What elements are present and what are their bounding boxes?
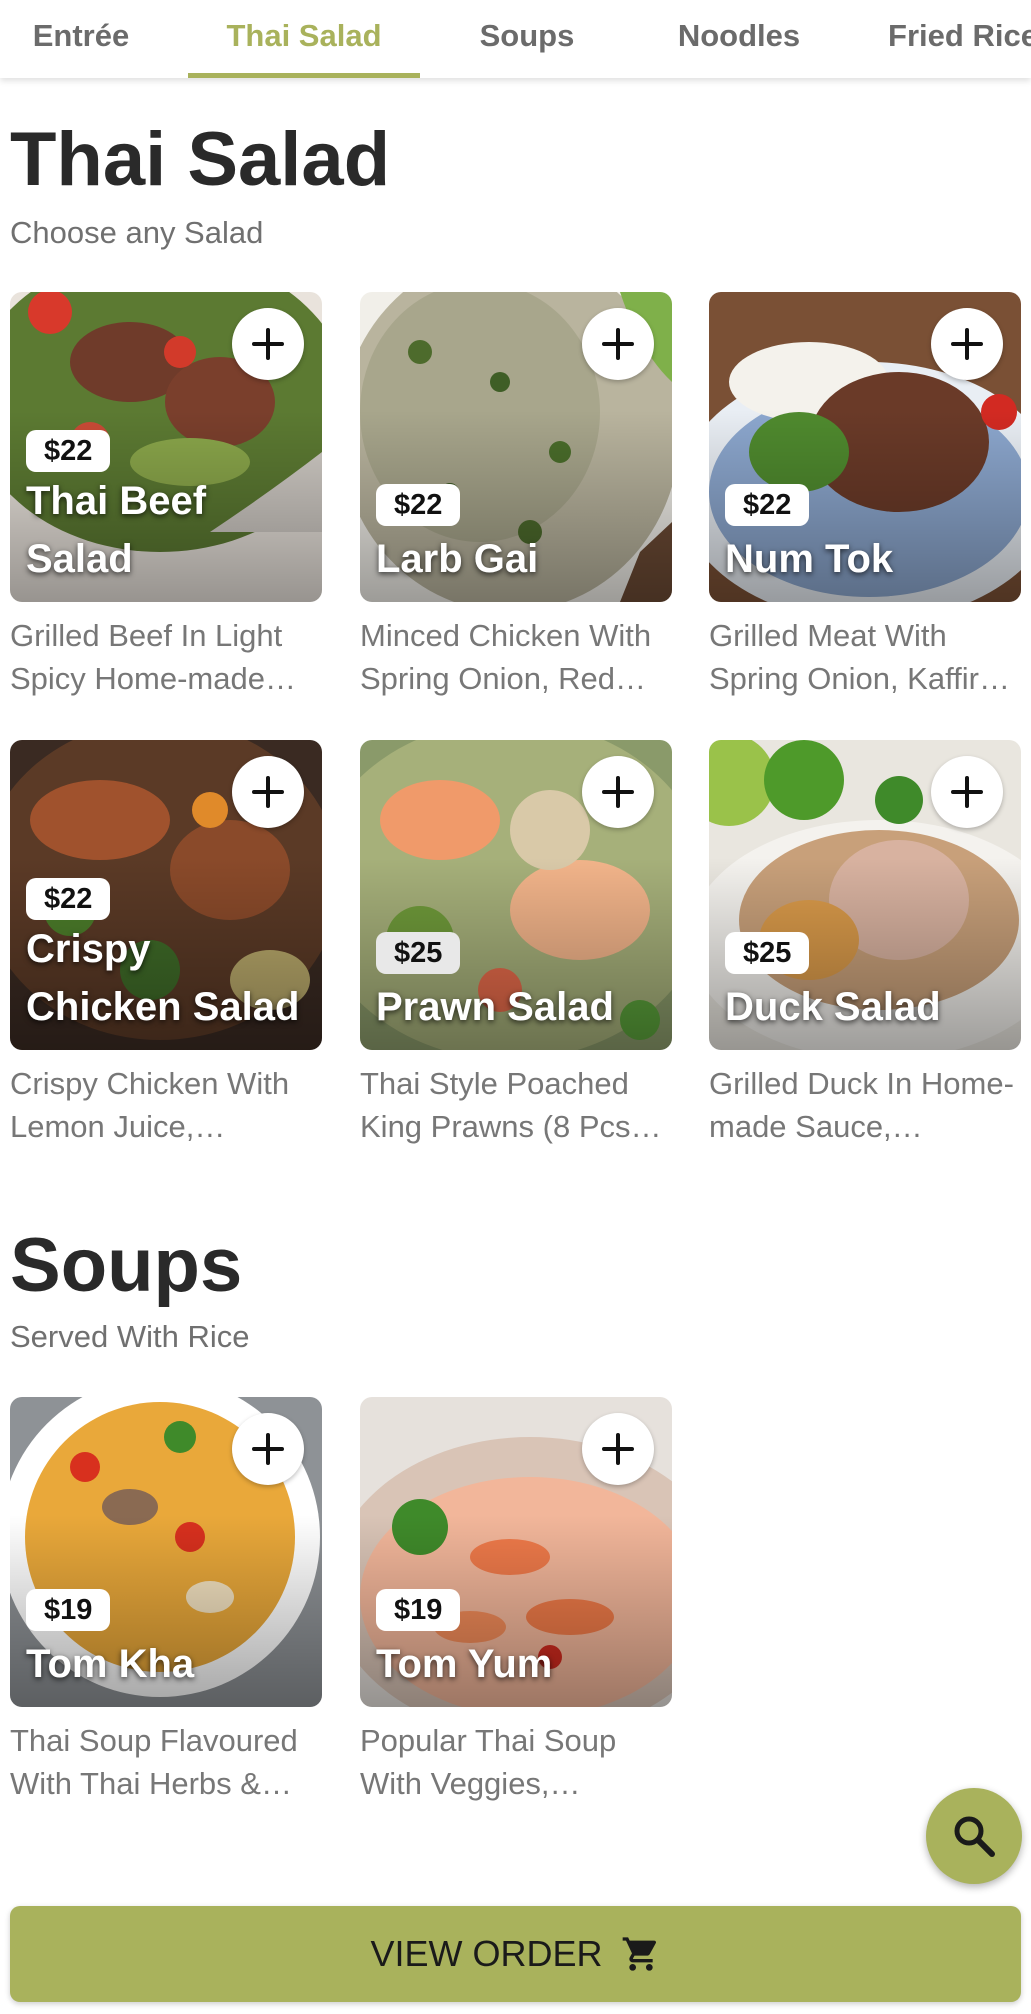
item-name: Larb Gai: [376, 537, 539, 581]
menu-item-card[interactable]: $19 Tom Yum: [360, 1397, 672, 1707]
plus-icon: [602, 1433, 634, 1465]
search-icon: [954, 1816, 995, 1857]
tab-noodles[interactable]: Noodles: [660, 0, 818, 78]
item-description: Popular Thai Soup With Veggies,…: [360, 1723, 617, 1801]
item-name: Thai Beef Salad: [26, 479, 207, 581]
add-item-button[interactable]: [232, 756, 304, 828]
cart-icon: [622, 1937, 656, 1971]
item-name: Tom Yum: [376, 1642, 553, 1686]
category-tab-bar: Entrée Thai Salad Soups Noodles Fried Ri…: [0, 0, 1031, 78]
tab-thai-salad[interactable]: Thai Salad: [188, 0, 420, 78]
menu-item-card[interactable]: $22 Thai Beef Salad: [10, 292, 322, 602]
price-badge: $22: [26, 430, 111, 472]
tab-fried-rice[interactable]: Fried Rice: [868, 0, 1031, 78]
price-badge: $25: [725, 932, 810, 974]
view-order-button[interactable]: VIEW ORDER: [10, 1906, 1021, 2002]
plus-icon: [602, 328, 634, 360]
item-name: Prawn Salad: [376, 985, 614, 1029]
menu-item-card[interactable]: $19 Tom Kha: [10, 1397, 322, 1707]
price-badge: $19: [376, 1589, 461, 1631]
item-description: Grilled Beef In Light Spicy Home-made…: [10, 618, 296, 696]
plus-icon: [252, 328, 284, 360]
item-description: Grilled Meat With Spring Onion, Kaffir…: [709, 618, 1010, 696]
price-badge: $25: [376, 932, 461, 974]
view-order-label: VIEW ORDER: [370, 1933, 603, 1974]
item-description: Minced Chicken With Spring Onion, Red…: [360, 618, 652, 696]
add-item-button[interactable]: [232, 308, 304, 380]
price-badge: $22: [376, 484, 461, 526]
add-item-button[interactable]: [931, 756, 1003, 828]
tab-soups[interactable]: Soups: [444, 0, 610, 78]
item-description: Thai Soup Flavoured With Thai Herbs &…: [10, 1723, 298, 1801]
add-item-button[interactable]: [582, 756, 654, 828]
section-title-thai-salad: Thai Salad: [10, 117, 391, 202]
search-button[interactable]: [926, 1788, 1022, 1884]
menu-item-card[interactable]: $25 Prawn Salad: [360, 740, 672, 1050]
menu-item-card[interactable]: $22 Num Tok: [709, 292, 1021, 602]
plus-icon: [951, 776, 983, 808]
plus-icon: [602, 776, 634, 808]
item-description: Crispy Chicken With Lemon Juice,…: [10, 1066, 290, 1144]
plus-icon: [951, 328, 983, 360]
plus-icon: [252, 776, 284, 808]
price-badge: $22: [26, 878, 111, 920]
section-subtitle-soups: Served With Rice: [10, 1319, 250, 1354]
menu-item-card[interactable]: $22 Larb Gai: [360, 292, 672, 602]
section-subtitle-thai-salad: Choose any Salad: [10, 215, 264, 250]
item-name: Num Tok: [725, 537, 894, 581]
section-title-soups: Soups: [10, 1223, 243, 1308]
menu-item-card[interactable]: $25 Duck Salad: [709, 740, 1021, 1050]
item-name: Tom Kha: [26, 1642, 195, 1686]
item-name: Duck Salad: [725, 985, 941, 1029]
plus-icon: [252, 1433, 284, 1465]
menu-item-card[interactable]: $22 Crispy Chicken Salad: [10, 740, 322, 1050]
price-badge: $22: [725, 484, 810, 526]
item-description: Grilled Duck In Home-made Sauce,…: [709, 1066, 1014, 1144]
price-badge: $19: [26, 1589, 111, 1631]
add-item-button[interactable]: [931, 308, 1003, 380]
add-item-button[interactable]: [582, 1413, 654, 1485]
add-item-button[interactable]: [582, 308, 654, 380]
item-description: Thai Style Poached King Prawns (8 Pcs…: [360, 1066, 662, 1144]
tab-entree[interactable]: Entrée: [0, 0, 162, 78]
add-item-button[interactable]: [232, 1413, 304, 1485]
item-name: Crispy Chicken Salad: [26, 927, 300, 1029]
